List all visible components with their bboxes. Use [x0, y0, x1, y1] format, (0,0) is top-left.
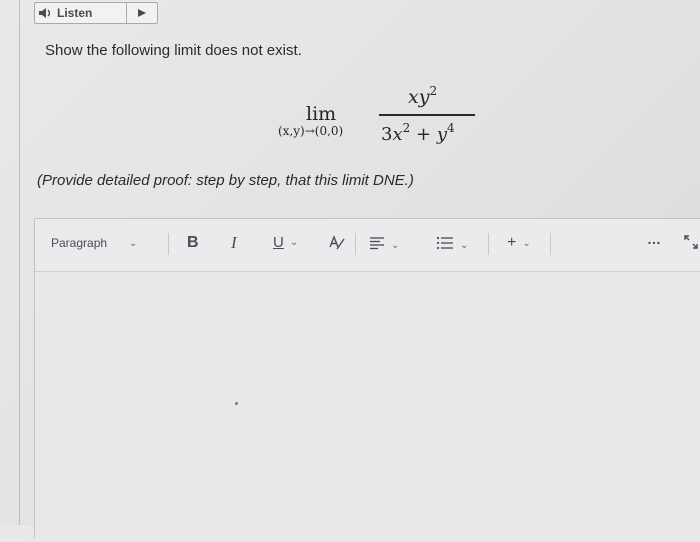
rich-text-editor[interactable]: Paragraph ⌄ B I U ⌄ ⌄ ⌄ + ⌄ … [34, 218, 700, 542]
denominator-var2: y [436, 124, 447, 145]
chevron-down-icon: ⌄ [391, 240, 400, 251]
lim-subscript: (x,y)→(0,0) [278, 124, 344, 138]
bold-button[interactable]: B [187, 234, 199, 252]
insert-label: + [507, 234, 517, 251]
insert-dropdown[interactable]: + ⌄ [507, 234, 531, 252]
more-icon: … [647, 231, 662, 247]
denominator: 3x2 + y4 [381, 121, 455, 145]
lim-operator: lim [306, 103, 337, 125]
instruction-text: (Provide detailed proof: step by step, t… [37, 172, 414, 189]
expand-button[interactable] [683, 234, 699, 255]
editor-toolbar: Paragraph ⌄ B I U ⌄ ⌄ ⌄ + ⌄ … [35, 219, 700, 272]
denominator-coeff: 3 [381, 124, 393, 145]
text-color-icon [328, 235, 346, 256]
numerator: xy2 [408, 84, 437, 108]
align-icon [369, 236, 385, 255]
italic-button[interactable]: I [231, 233, 237, 253]
speck [235, 402, 238, 405]
paragraph-dropdown[interactable]: Paragraph ⌄ [51, 236, 137, 250]
chevron-down-icon: ⌄ [129, 237, 138, 249]
bold-label: B [187, 234, 199, 251]
numerator-base: xy [408, 86, 430, 108]
toolbar-divider [550, 233, 551, 255]
list-icon [436, 236, 454, 255]
denominator-plus: + [415, 124, 432, 145]
denominator-exp2: 4 [446, 121, 455, 135]
toolbar-divider [355, 233, 356, 255]
text-color-button[interactable] [328, 235, 346, 256]
toolbar-divider [168, 233, 169, 255]
editor-content-area[interactable] [35, 272, 700, 542]
chevron-down-icon: ⌄ [522, 237, 531, 249]
italic-label: I [231, 233, 237, 252]
expand-icon [683, 234, 699, 255]
chevron-down-icon: ⌄ [289, 237, 299, 248]
chevron-down-icon: ⌄ [460, 240, 469, 251]
align-dropdown[interactable]: ⌄ [369, 236, 399, 255]
toolbar-divider [488, 233, 489, 255]
fraction-bar [379, 114, 475, 116]
denominator-exp1: 2 [402, 121, 411, 135]
paragraph-label: Paragraph [51, 236, 108, 250]
numerator-exponent: 2 [429, 84, 438, 98]
underline-label: U [273, 234, 284, 251]
more-button[interactable]: … [647, 231, 662, 247]
list-dropdown[interactable]: ⌄ [436, 236, 468, 255]
denominator-var1: x [392, 124, 403, 145]
limit-expression: lim (x,y)→(0,0) xy2 3x2 + y4 [0, 0, 700, 160]
underline-button[interactable]: U ⌄ [273, 234, 298, 251]
